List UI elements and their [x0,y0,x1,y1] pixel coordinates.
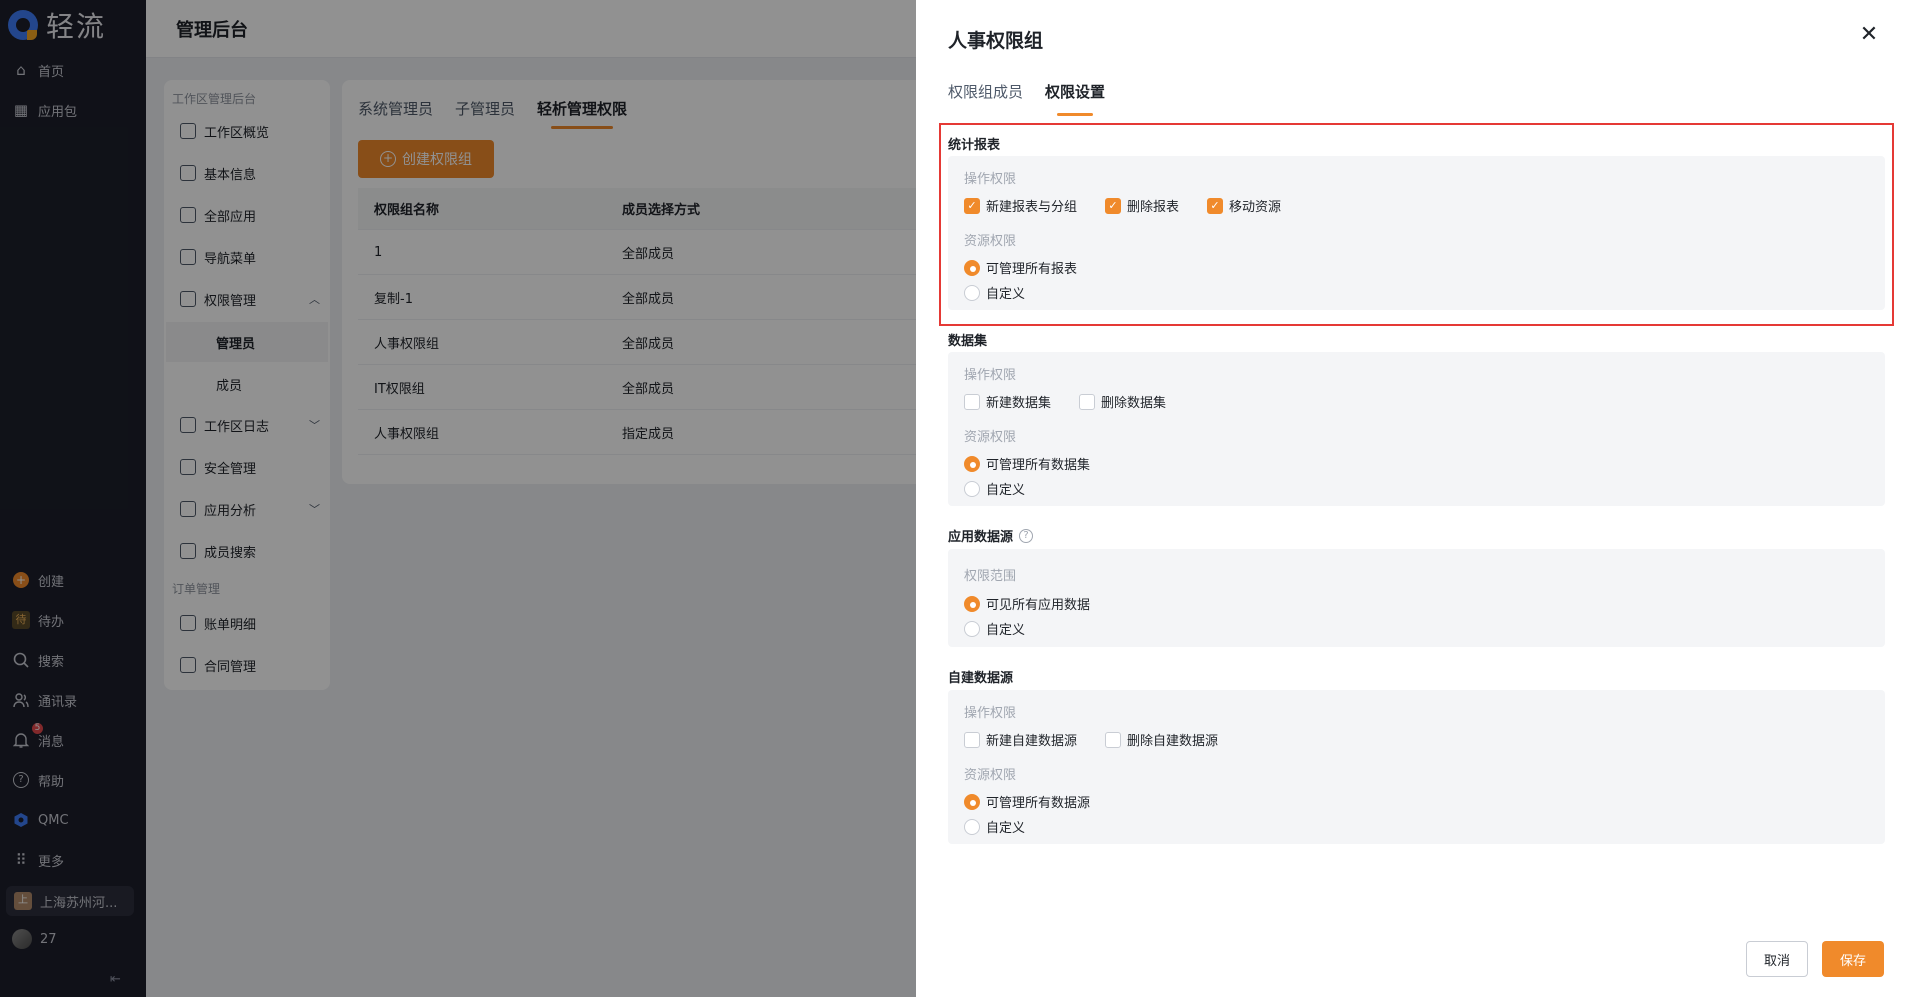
tab-permission-settings[interactable]: 权限设置 [1045,81,1105,116]
datasets-operation-options: 新建数据集 删除数据集 [964,392,1166,411]
app-datasource-permission-panel: 权限范围 可见所有应用数据 自定义 [948,549,1885,647]
checkbox-create-dataset[interactable]: 新建数据集 [964,392,1051,411]
radio-manage-all-datasets[interactable]: 可管理所有数据集 [964,454,1090,473]
tab-group-members[interactable]: 权限组成员 [948,81,1023,102]
radio-view-all-app-data[interactable]: 可见所有应用数据 [964,594,1090,613]
checkbox-create-custom-datasource[interactable]: 新建自建数据源 [964,730,1077,749]
radio-dot [964,480,980,497]
radio-custom-datasets[interactable]: 自定义 [964,479,1025,498]
drawer-title: 人事权限组 [948,30,1044,52]
section-title-app-datasource: 应用数据源 ? [948,526,1034,545]
highlight-box [939,123,1894,326]
radio-dot [964,793,980,810]
custom-datasource-permission-panel: 操作权限 新建自建数据源 删除自建数据源 资源权限 可管理所有数据源 自定义 [948,690,1885,844]
radio-custom-datasources[interactable]: 自定义 [964,817,1025,836]
radio-dot [964,595,980,612]
cancel-button[interactable]: 取消 [1746,941,1808,977]
radio-manage-all-datasources[interactable]: 可管理所有数据源 [964,792,1090,811]
checkbox-delete-dataset[interactable]: 删除数据集 [1079,392,1166,411]
operation-permission-label: 操作权限 [964,706,1017,721]
radio-dot [964,455,980,472]
save-button[interactable]: 保存 [1822,941,1884,977]
question-icon[interactable]: ? [1019,528,1034,543]
radio-custom-app-data[interactable]: 自定义 [964,619,1025,638]
resource-permission-label: 资源权限 [964,430,1017,445]
section-title-custom-datasource: 自建数据源 [948,671,1014,686]
operation-permission-label: 操作权限 [964,368,1017,383]
permission-scope-label: 权限范围 [964,569,1017,584]
close-icon[interactable]: ✕ [1858,24,1880,46]
modal-overlay[interactable] [0,0,916,997]
datasets-permission-panel: 操作权限 新建数据集 删除数据集 资源权限 可管理所有数据集 自定义 [948,352,1885,506]
section-title-datasets: 数据集 [948,334,988,349]
radio-dot [964,620,980,637]
radio-dot [964,818,980,835]
permission-group-drawer: 人事权限组 ✕ 权限组成员 权限设置 统计报表 操作权限 ✓ 新建报表与分组 ✓ 删… [916,0,1914,997]
custom-datasource-operation-options: 新建自建数据源 删除自建数据源 [964,730,1218,749]
drawer-tabs: 权限组成员 权限设置 [948,81,1105,116]
checkbox-delete-custom-datasource[interactable]: 删除自建数据源 [1105,730,1218,749]
resource-permission-label: 资源权限 [964,768,1017,783]
